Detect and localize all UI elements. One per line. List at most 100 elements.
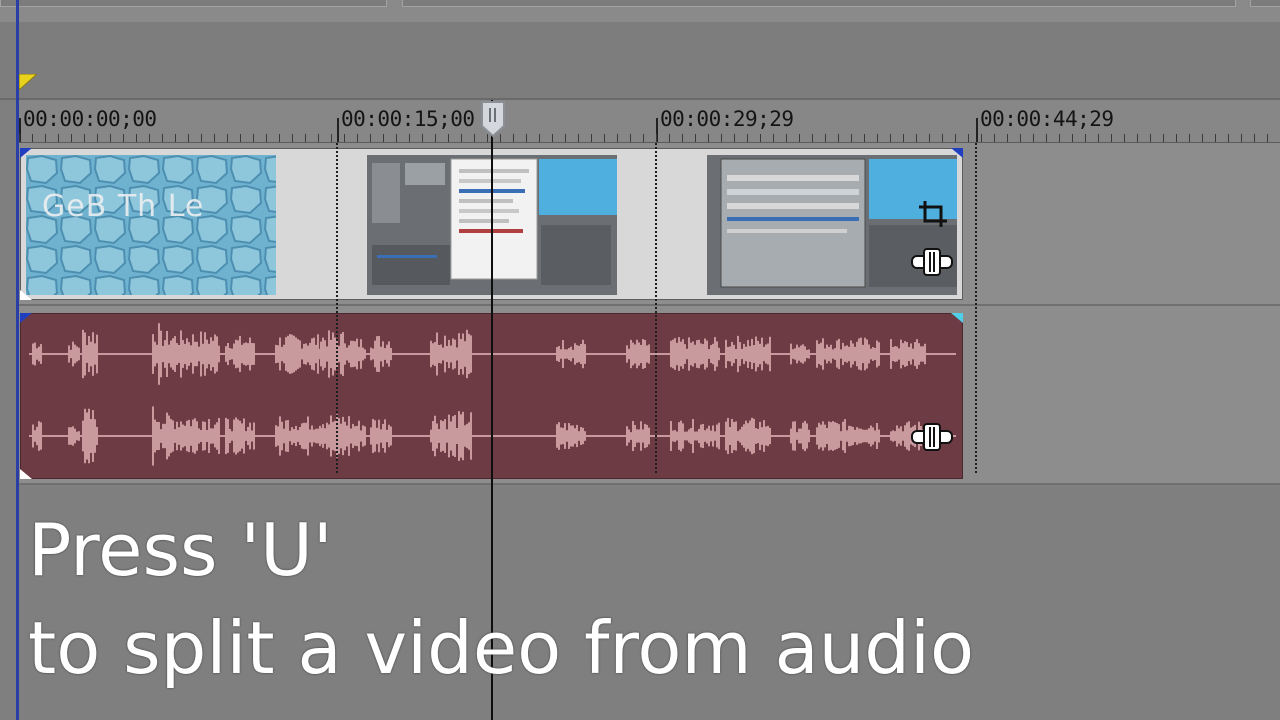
ruler-minor-tick: [851, 134, 852, 142]
pan-event-icon[interactable]: [911, 247, 953, 277]
marker-bar[interactable]: [0, 22, 1280, 100]
ruler-major-tick: [337, 118, 339, 142]
ruler-major-tick: [976, 118, 978, 142]
ruler-minor-tick: [552, 134, 553, 142]
event-fade-handle-icon[interactable]: [949, 148, 963, 160]
ruler-minor-tick: [981, 134, 982, 142]
ruler-minor-tick: [84, 134, 85, 142]
ruler-minor-tick: [149, 134, 150, 142]
ruler-minor-tick: [1267, 134, 1268, 142]
ruler-minor-tick: [422, 134, 423, 142]
event-end-marker-icon: [20, 290, 32, 300]
caption-line-1: Press 'U': [28, 508, 333, 592]
ruler-minor-tick: [214, 134, 215, 142]
event-fade-handle-icon[interactable]: [949, 313, 963, 325]
ruler-minor-tick: [123, 134, 124, 142]
ruler-minor-tick: [253, 134, 254, 142]
time-grid-line: [336, 143, 338, 473]
ruler-minor-tick: [617, 134, 618, 142]
ruler-label: 00:00:29;29: [660, 107, 794, 131]
ruler-minor-tick: [1085, 134, 1086, 142]
ruler-minor-tick: [604, 134, 605, 142]
ruler-minor-tick: [773, 134, 774, 142]
ruler-minor-tick: [1150, 134, 1151, 142]
ruler-minor-tick: [929, 134, 930, 142]
ruler-minor-tick: [942, 134, 943, 142]
ruler-minor-tick: [1059, 134, 1060, 142]
ruler-minor-tick: [513, 134, 514, 142]
ruler-minor-tick: [955, 134, 956, 142]
ruler-minor-tick: [409, 134, 410, 142]
event-fade-handle-icon[interactable]: [20, 313, 34, 325]
ruler-minor-tick: [1111, 134, 1112, 142]
ruler-minor-tick: [32, 134, 33, 142]
ruler-minor-tick: [734, 134, 735, 142]
ruler-label: 00:00:00;00: [23, 107, 157, 131]
loop-marker-icon[interactable]: [19, 74, 37, 90]
top-panel-segment: [1250, 0, 1280, 7]
ruler-minor-tick: [1033, 134, 1034, 142]
playhead-handle-icon[interactable]: [480, 100, 506, 138]
ruler-minor-tick: [1189, 134, 1190, 142]
event-end-marker-icon: [20, 469, 32, 479]
ruler-minor-tick: [1228, 134, 1229, 142]
ruler-minor-tick: [695, 134, 696, 142]
ruler-minor-tick: [825, 134, 826, 142]
pan-event-icon[interactable]: [911, 422, 953, 452]
ruler-minor-tick: [864, 134, 865, 142]
ruler-minor-tick: [760, 134, 761, 142]
ruler-minor-tick: [71, 134, 72, 142]
ruler-minor-tick: [1098, 134, 1099, 142]
crop-icon[interactable]: [917, 199, 951, 229]
ruler-minor-tick: [461, 134, 462, 142]
ruler-minor-tick: [227, 134, 228, 142]
ruler-minor-tick: [539, 134, 540, 142]
ruler-minor-tick: [1124, 134, 1125, 142]
ruler-minor-tick: [19, 134, 20, 142]
time-ruler[interactable]: 00:00:00;00 00:00:15;00 00:00:29;29 00:0…: [19, 100, 1280, 143]
ruler-minor-tick: [877, 134, 878, 142]
ruler-minor-tick: [240, 134, 241, 142]
ruler-minor-tick: [1202, 134, 1203, 142]
time-grid-line: [975, 143, 977, 473]
caption-line-2: to split a video from audio: [28, 606, 975, 690]
mosaic-thumbnail-graphic: [26, 155, 276, 295]
ruler-minor-tick: [162, 134, 163, 142]
ruler-minor-tick: [565, 134, 566, 142]
video-thumbnail: [707, 155, 957, 295]
ruler-minor-tick: [526, 134, 527, 142]
track-separator: [19, 304, 1280, 306]
ruler-minor-tick: [279, 134, 280, 142]
timeline-left-edge: [16, 0, 19, 720]
time-grid-line: [655, 143, 657, 473]
ruler-minor-tick: [1072, 134, 1073, 142]
top-panel-strip: [0, 0, 1280, 23]
thumbnail-title-text: GeB Th Le: [42, 189, 205, 224]
ruler-minor-tick: [292, 134, 293, 142]
ruler-minor-tick: [1215, 134, 1216, 142]
ruler-minor-tick: [331, 134, 332, 142]
ruler-minor-tick: [58, 134, 59, 142]
ruler-minor-tick: [643, 134, 644, 142]
ruler-minor-tick: [890, 134, 891, 142]
track-separator: [19, 483, 1280, 485]
ruler-minor-tick: [799, 134, 800, 142]
ruler-minor-tick: [383, 134, 384, 142]
ruler-minor-tick: [318, 134, 319, 142]
ruler-minor-tick: [201, 134, 202, 142]
ruler-minor-tick: [1007, 134, 1008, 142]
ruler-minor-tick: [708, 134, 709, 142]
top-panel-segment: [0, 0, 387, 7]
ruler-minor-tick: [97, 134, 98, 142]
ruler-minor-tick: [357, 134, 358, 142]
ruler-minor-tick: [266, 134, 267, 142]
event-fade-handle-icon[interactable]: [20, 148, 34, 160]
ruler-minor-tick: [188, 134, 189, 142]
ruler-minor-tick: [682, 134, 683, 142]
ruler-minor-tick: [916, 134, 917, 142]
ruler-minor-tick: [175, 134, 176, 142]
ruler-minor-tick: [786, 134, 787, 142]
ruler-minor-tick: [747, 134, 748, 142]
ruler-minor-tick: [474, 134, 475, 142]
ruler-minor-tick: [448, 134, 449, 142]
